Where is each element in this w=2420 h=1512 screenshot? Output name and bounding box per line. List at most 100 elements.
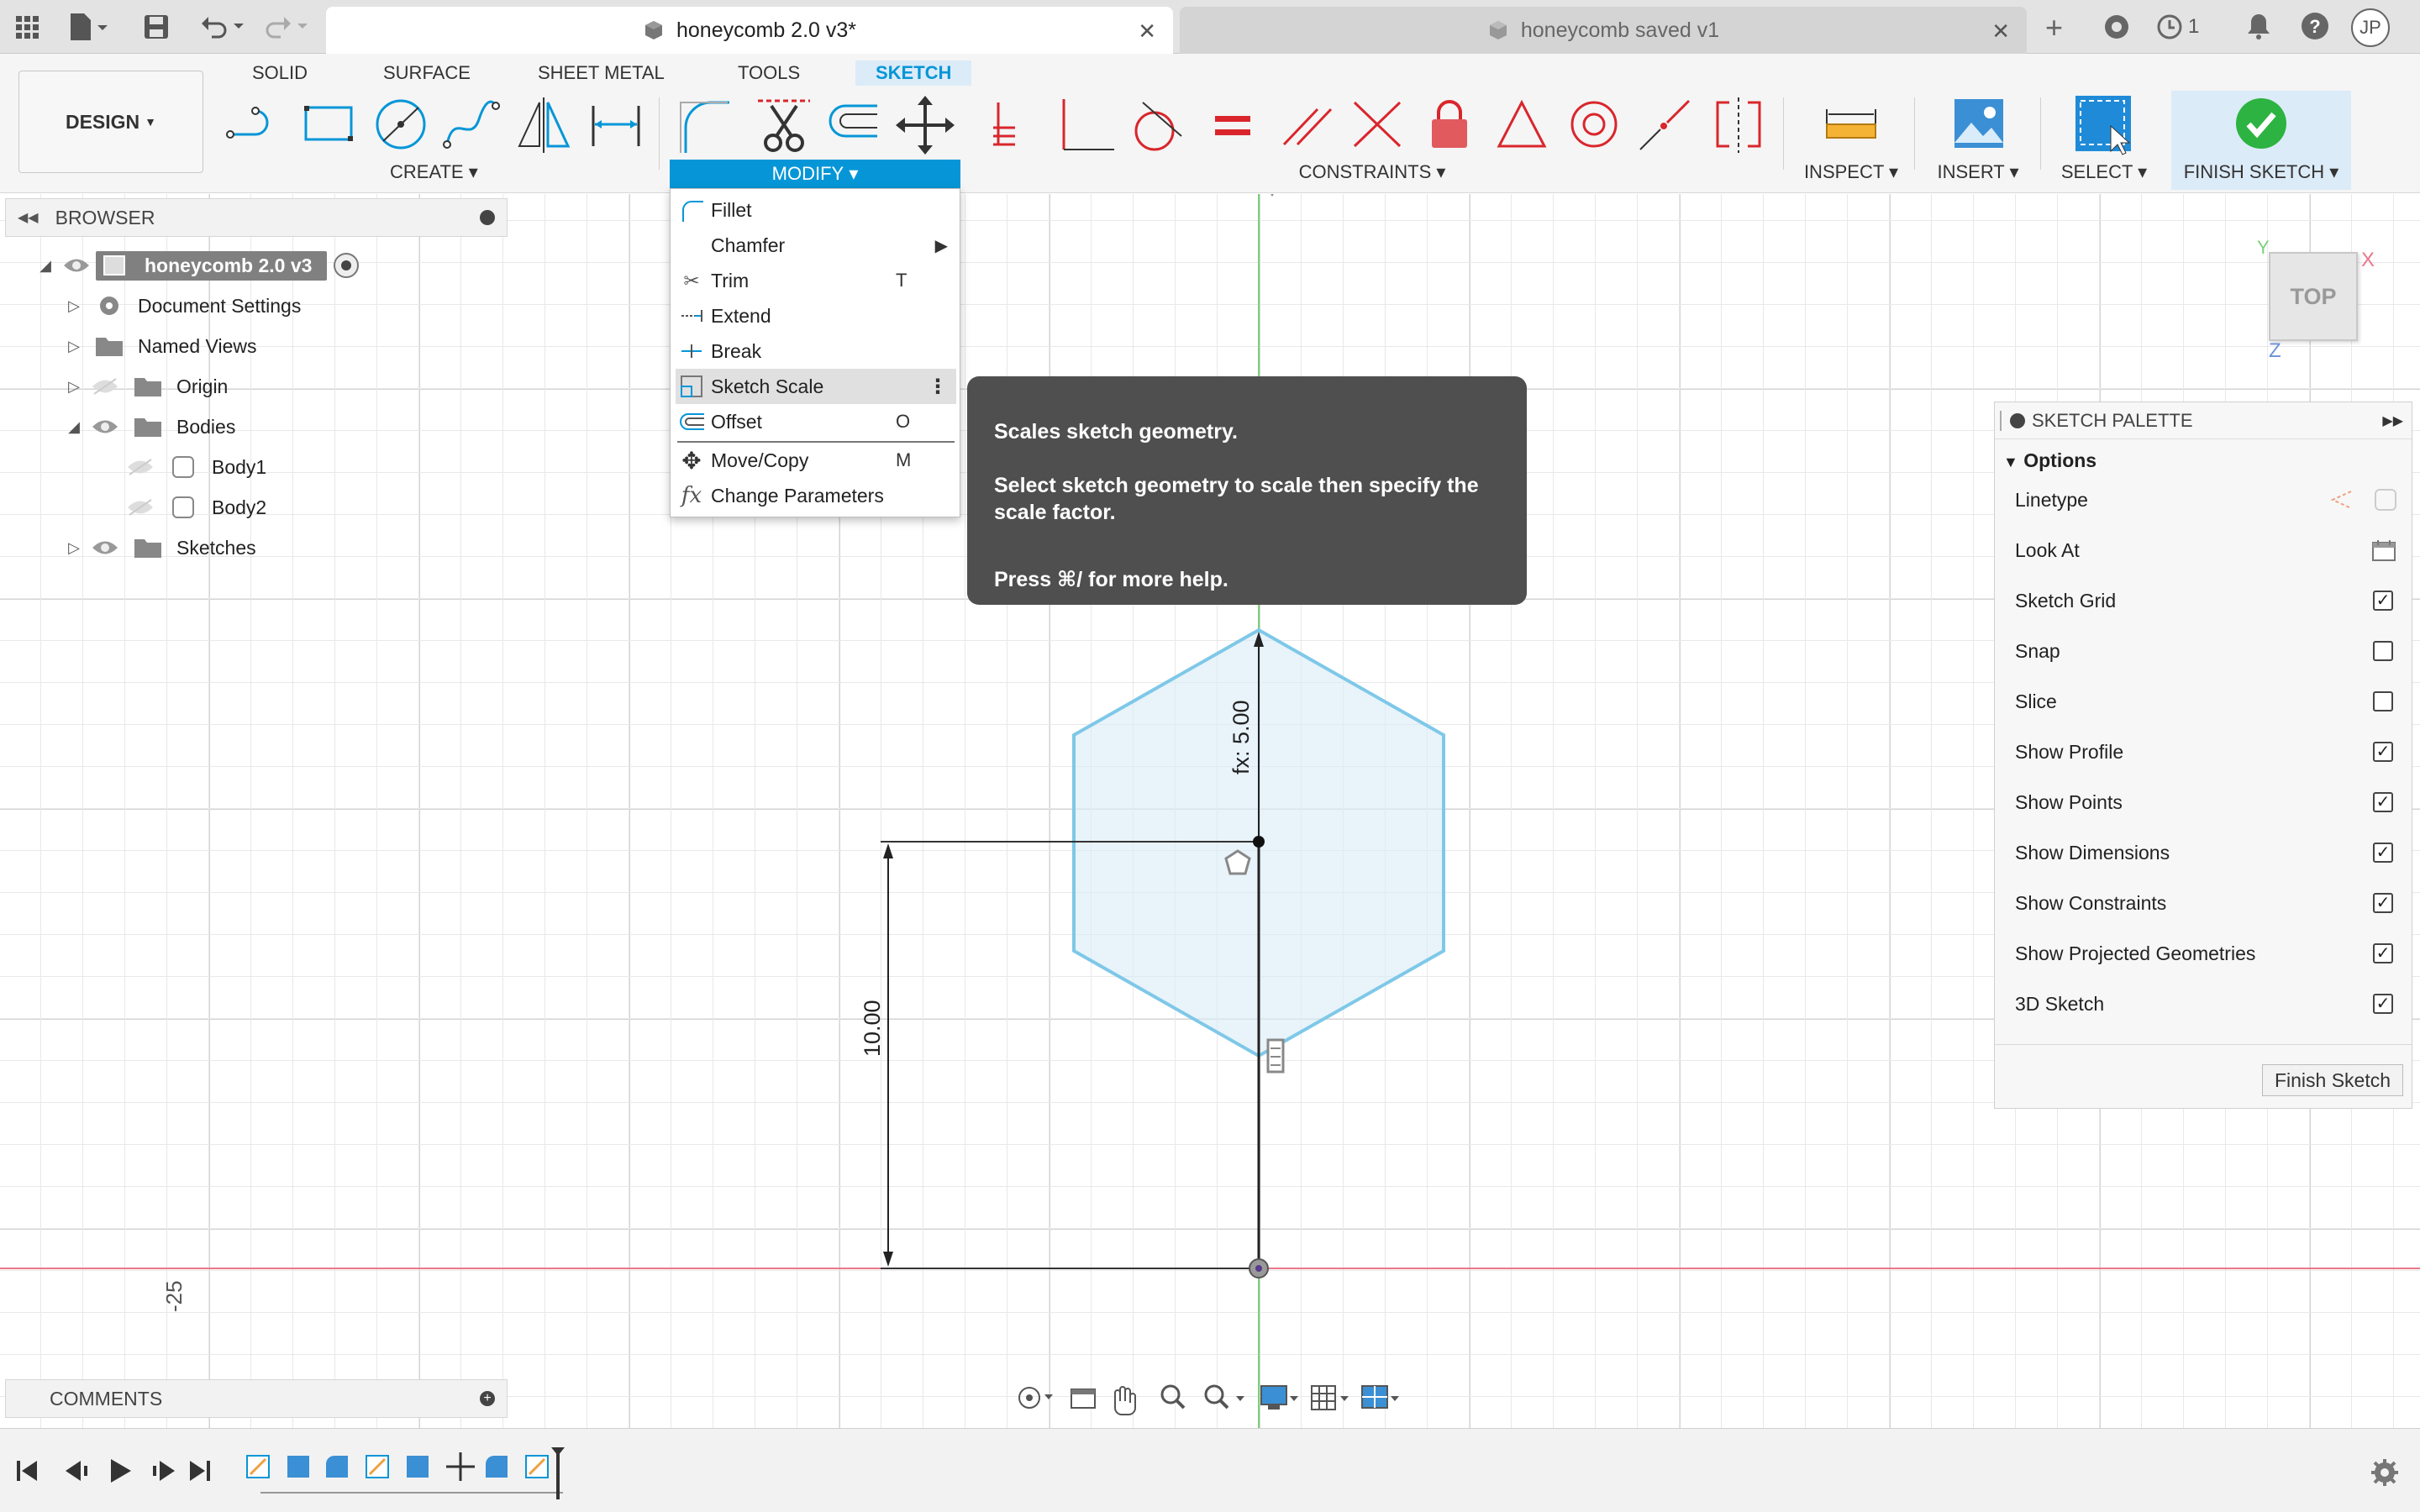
dimension-tool-icon[interactable] xyxy=(587,94,645,158)
symmetry-constraint-icon[interactable] xyxy=(1709,94,1768,158)
add-comment-icon[interactable]: + xyxy=(480,1391,495,1406)
insert-group-label[interactable]: INSERT ▾ xyxy=(1936,161,2020,183)
menu-item-move-copy[interactable]: ✥ Move/Copy M xyxy=(671,443,961,478)
coincident-constraint-icon[interactable] xyxy=(988,94,1047,158)
palette-row-show-profile[interactable]: Show Profile ✓ xyxy=(2015,727,2393,777)
timeline-fillet2-icon[interactable] xyxy=(486,1456,508,1478)
show-points-checkbox[interactable]: ✓ xyxy=(2373,792,2393,812)
snap-checkbox[interactable] xyxy=(2373,641,2393,661)
select-group-label[interactable]: SELECT ▾ xyxy=(2060,161,2148,183)
timeline-extrude2-icon[interactable] xyxy=(407,1456,429,1478)
finish-sketch-checkmark-icon[interactable] xyxy=(2235,97,2287,150)
app-grid-icon[interactable] xyxy=(15,15,40,40)
tab-solid[interactable]: SOLID xyxy=(232,60,328,86)
palette-row-3d-sketch[interactable]: 3D Sketch ✓ xyxy=(2015,979,2393,1029)
visibility-eye-icon[interactable] xyxy=(91,417,119,436)
palette-row-show-points[interactable]: Show Points ✓ xyxy=(2015,777,2393,827)
collapse-triangle-icon[interactable]: ◢ xyxy=(62,418,86,436)
perpendicular-constraint-icon[interactable] xyxy=(1057,94,1116,158)
expand-triangle-icon[interactable]: ▷ xyxy=(62,297,86,315)
line-tool-icon[interactable] xyxy=(225,94,284,158)
tab-inactive-document[interactable]: honeycomb saved v1 ✕ xyxy=(1180,7,2027,54)
offset-tool-icon[interactable] xyxy=(822,94,881,158)
create-group-label[interactable]: CREATE ▾ xyxy=(390,161,478,183)
palette-row-show-constraints[interactable]: Show Constraints ✓ xyxy=(2015,878,2393,928)
equal-constraint-icon[interactable] xyxy=(1203,94,1262,158)
expand-triangle-icon[interactable]: ▷ xyxy=(62,539,86,557)
step-forward-icon[interactable] xyxy=(153,1461,175,1481)
select-tool-icon[interactable] xyxy=(2074,94,2133,158)
timeline-fillet-icon[interactable] xyxy=(326,1456,348,1478)
timeline-sketch2-icon[interactable] xyxy=(525,1455,549,1478)
file-icon[interactable] xyxy=(67,12,108,42)
expand-triangle-icon[interactable]: ▷ xyxy=(62,338,86,355)
tree-item-bodies[interactable]: ◢ Bodies xyxy=(34,410,504,444)
save-icon[interactable] xyxy=(143,13,170,40)
show-dimensions-checkbox[interactable]: ✓ xyxy=(2373,843,2393,863)
timeline-settings-gear-icon[interactable] xyxy=(2370,1457,2400,1488)
collinear-constraint-icon[interactable] xyxy=(1635,94,1694,158)
new-tab-icon[interactable]: + xyxy=(2045,10,2063,45)
tab-sketch[interactable]: SKETCH xyxy=(855,60,972,86)
hidden-eye-icon[interactable] xyxy=(91,377,119,396)
tree-item-body2[interactable]: Body2 xyxy=(34,491,504,524)
panel-toggle-icon[interactable] xyxy=(480,210,495,225)
viewports-icon[interactable] xyxy=(1361,1385,1399,1409)
expand-triangle-icon[interactable]: ◢ xyxy=(34,257,57,275)
tab-tools[interactable]: TOOLS xyxy=(718,60,820,86)
comments-panel-header[interactable]: COMMENTS + xyxy=(5,1379,508,1418)
timeline-sketch-icon[interactable] xyxy=(246,1455,270,1478)
browser-panel-header[interactable]: ◀◀ BROWSER xyxy=(5,198,508,237)
hidden-eye-icon[interactable] xyxy=(126,458,155,476)
grid-settings-icon[interactable] xyxy=(1311,1385,1349,1410)
spline-tool-icon[interactable] xyxy=(442,94,501,158)
show-constraints-checkbox[interactable]: ✓ xyxy=(2373,893,2393,913)
menu-item-break[interactable]: Break xyxy=(671,333,961,369)
mirror-tool-icon[interactable] xyxy=(514,94,573,158)
constraints-group-label[interactable]: CONSTRAINTS ▾ xyxy=(1291,161,1454,183)
expand-panel-icon[interactable]: ▶▶ xyxy=(2382,412,2403,429)
centerline-linetype-icon[interactable] xyxy=(2373,487,2398,512)
go-to-end-icon[interactable] xyxy=(190,1461,210,1481)
sketch-grid-checkbox[interactable]: ✓ xyxy=(2373,591,2393,611)
trim-tool-icon[interactable] xyxy=(755,94,813,158)
menu-item-offset[interactable]: Offset O xyxy=(671,404,961,439)
undo-icon[interactable] xyxy=(200,13,247,40)
tab-surface[interactable]: SURFACE xyxy=(363,60,491,86)
pan-hand-icon[interactable] xyxy=(1114,1386,1136,1415)
panel-toggle-icon[interactable] xyxy=(2010,412,2025,428)
tree-item-named-views[interactable]: ▷ Named Views xyxy=(34,329,504,363)
menu-item-trim[interactable]: ✂ Trim T xyxy=(671,263,961,298)
timeline-move-icon[interactable] xyxy=(446,1452,475,1481)
menu-item-extend[interactable]: Extend xyxy=(671,298,961,333)
display-settings-icon[interactable] xyxy=(1260,1385,1298,1410)
drag-handle-icon[interactable] xyxy=(2000,410,2003,431)
visibility-eye-icon[interactable] xyxy=(62,256,91,275)
tree-item-origin[interactable]: ▷ Origin xyxy=(34,370,504,403)
concentric-constraint-icon[interactable] xyxy=(1565,94,1623,158)
palette-row-snap[interactable]: Snap xyxy=(2015,626,2393,676)
look-at-calendar-icon[interactable] xyxy=(2371,538,2396,562)
finish-sketch-button[interactable]: Finish Sketch xyxy=(2262,1064,2403,1096)
extensions-icon[interactable] xyxy=(2103,13,2130,40)
collapse-triangle-icon[interactable]: ▼ xyxy=(2003,454,2018,470)
timeline-extrude-icon[interactable] xyxy=(287,1456,309,1478)
expand-triangle-icon[interactable]: ▷ xyxy=(62,378,86,396)
construction-linetype-icon[interactable] xyxy=(2329,488,2353,512)
modify-group-label[interactable]: MODIFY ▾ xyxy=(670,160,960,188)
root-name-badge[interactable]: honeycomb 2.0 v3 xyxy=(96,250,328,281)
palette-row-sketch-grid[interactable]: Sketch Grid ✓ xyxy=(2015,575,2393,626)
go-to-start-icon[interactable] xyxy=(17,1461,37,1481)
timeline-marker[interactable] xyxy=(551,1447,565,1499)
look-at-icon[interactable] xyxy=(1071,1389,1096,1409)
tree-item-document-settings[interactable]: ▷ Document Settings xyxy=(34,289,504,323)
visibility-eye-icon[interactable] xyxy=(91,538,119,557)
fix-constraint-lock-icon[interactable] xyxy=(1420,94,1479,158)
tangent-constraint-icon[interactable] xyxy=(1128,94,1186,158)
palette-header[interactable]: SKETCH PALETTE ▶▶ xyxy=(1995,402,2412,439)
circle-tool-icon[interactable] xyxy=(371,94,430,158)
close-tab-icon[interactable]: ✕ xyxy=(1991,18,2010,45)
midpoint-constraint-icon[interactable] xyxy=(1492,94,1551,158)
tree-root[interactable]: ◢ honeycomb 2.0 v3 xyxy=(34,249,504,282)
zoom-window-icon[interactable] xyxy=(1204,1384,1244,1410)
